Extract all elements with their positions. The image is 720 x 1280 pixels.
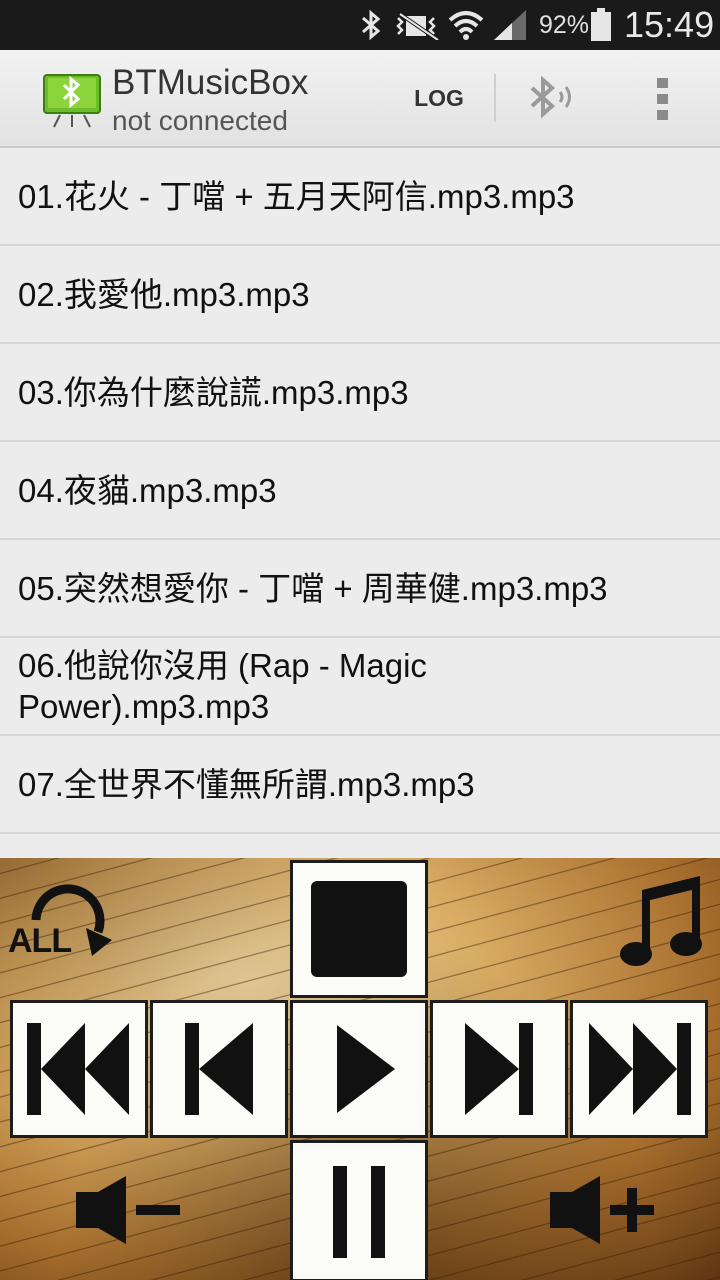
- song-list[interactable]: 01.花火 - 丁噹 + 五月天阿信.mp3.mp3 02.我愛他.mp3.mp…: [0, 148, 720, 858]
- list-item[interactable]: 01.花火 - 丁噹 + 五月天阿信.mp3.mp3: [0, 148, 720, 246]
- battery-percent: 92%: [539, 11, 590, 39]
- song-title: 05.突然想愛你 - 丁噹 + 周華健.mp3.mp3: [18, 569, 608, 607]
- bluetooth-icon: [362, 9, 381, 41]
- play-button[interactable]: [290, 1000, 428, 1138]
- song-title: 03.你為什麼說謊.mp3.mp3: [18, 373, 409, 411]
- skip-forward-icon: [589, 1023, 691, 1115]
- status-bar: 92% 15:49: [0, 0, 720, 50]
- list-item[interactable]: 05.突然想愛你 - 丁噹 + 周華健.mp3.mp3: [0, 540, 720, 638]
- action-bar-divider: [494, 74, 496, 122]
- song-title: 02.我愛他.mp3.mp3: [18, 275, 310, 313]
- play-icon: [337, 1025, 395, 1113]
- pause-icon: [333, 1166, 385, 1258]
- repeat-all-button[interactable]: ALL: [8, 880, 116, 964]
- music-note-icon[interactable]: [616, 872, 706, 968]
- song-title: 07.全世界不懂無所謂.mp3.mp3: [18, 765, 475, 803]
- mute-vibrate-icon: [396, 12, 440, 40]
- skip-back-icon: [27, 1023, 129, 1115]
- list-item[interactable]: 02.我愛他.mp3.mp3: [0, 246, 720, 344]
- list-item[interactable]: 04.夜貓.mp3.mp3: [0, 442, 720, 540]
- song-title: 06.他說你沒用 (Rap - Magic Power).mp3.mp3: [18, 647, 427, 725]
- next-icon: [465, 1023, 533, 1115]
- list-item[interactable]: 07.全世界不懂無所謂.mp3.mp3: [0, 736, 720, 834]
- app-title: BTMusicBox: [112, 63, 309, 102]
- connection-status: not connected: [112, 105, 288, 136]
- stop-icon: [311, 881, 407, 977]
- wifi-icon: [448, 11, 484, 40]
- previous-icon: [185, 1023, 253, 1115]
- action-bar: BTMusicBox not connected LOG: [0, 50, 720, 148]
- player-panel: ALL: [0, 858, 720, 1280]
- volume-down-icon[interactable]: [74, 1174, 184, 1246]
- clock: 15:49: [624, 4, 715, 45]
- app-bluetooth-icon[interactable]: [42, 73, 102, 129]
- next-button[interactable]: [430, 1000, 568, 1138]
- pause-button[interactable]: [290, 1140, 428, 1280]
- volume-up-icon[interactable]: [548, 1174, 658, 1246]
- bluetooth-connect-icon[interactable]: [522, 74, 582, 124]
- skip-forward-button[interactable]: [570, 1000, 708, 1138]
- repeat-mode-label: ALL: [8, 922, 72, 960]
- log-button[interactable]: LOG: [404, 70, 474, 126]
- song-title: 04.夜貓.mp3.mp3: [18, 471, 277, 509]
- stop-button[interactable]: [290, 860, 428, 998]
- signal-icon: [494, 10, 526, 40]
- list-item[interactable]: 03.你為什麼說謊.mp3.mp3: [0, 344, 720, 442]
- skip-back-button[interactable]: [10, 1000, 148, 1138]
- battery-icon: [591, 8, 611, 41]
- list-item[interactable]: 06.他說你沒用 (Rap - Magic Power).mp3.mp3: [0, 638, 720, 736]
- song-title: 01.花火 - 丁噹 + 五月天阿信.mp3.mp3: [18, 177, 575, 215]
- overflow-menu-icon[interactable]: [646, 74, 680, 124]
- previous-button[interactable]: [150, 1000, 288, 1138]
